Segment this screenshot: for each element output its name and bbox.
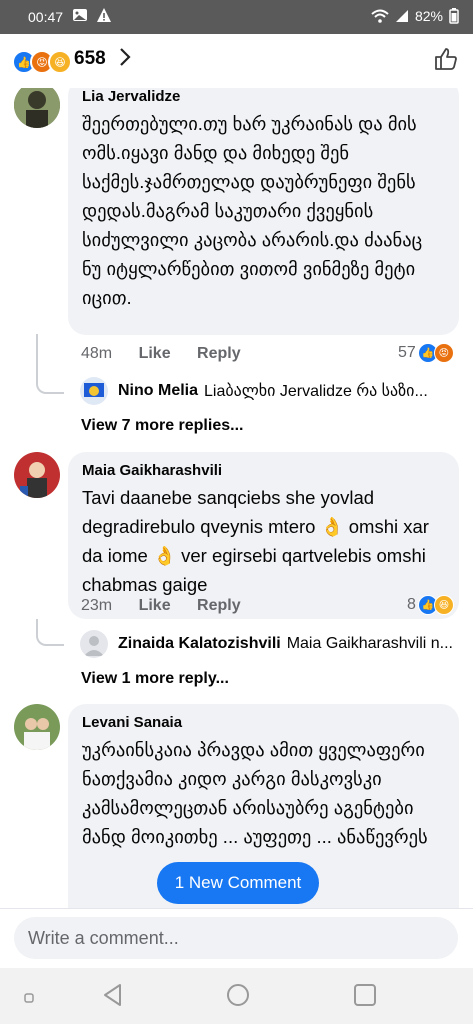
reply-author: Zinaida Kalatozishvili bbox=[118, 635, 281, 652]
system-navigation-bar bbox=[0, 968, 473, 1024]
status-icons-left bbox=[72, 7, 112, 23]
like-post-button[interactable] bbox=[433, 46, 459, 77]
thread-line bbox=[36, 619, 64, 646]
thread-line bbox=[36, 334, 64, 394]
reactions-header[interactable]: 👍 😡 😆 658 bbox=[0, 34, 473, 88]
warning-icon bbox=[97, 8, 111, 22]
image-icon bbox=[73, 9, 87, 21]
battery-percent: 82% bbox=[414, 8, 443, 24]
comment-actions: 48m Like Reply bbox=[81, 345, 263, 363]
status-time: 00:47 bbox=[28, 9, 64, 25]
status-bar: 00:47 82% bbox=[0, 0, 473, 34]
comment-input[interactable]: Write a comment... bbox=[14, 917, 458, 959]
like-button[interactable]: Like bbox=[139, 597, 171, 614]
reply-preview[interactable]: Zinaida Kalatozishvili Maia Gaikharashvi… bbox=[80, 630, 460, 658]
view-more-replies-button[interactable]: View 1 more reply... bbox=[81, 670, 229, 688]
back-icon[interactable] bbox=[100, 982, 126, 1013]
avatar bbox=[80, 377, 108, 405]
like-button[interactable]: Like bbox=[139, 345, 171, 362]
comment-author[interactable]: Levani Sanaia bbox=[82, 714, 445, 731]
comment-text: შეერთებული.თუ ხარ უკრაინას და მის ომს.იყ… bbox=[82, 113, 423, 308]
reaction-icons: 👍 😡 😆 bbox=[12, 50, 72, 74]
chevron-right-icon[interactable] bbox=[118, 46, 132, 74]
comment-bubble[interactable]: Maia Gaikharashvili Tavi daanebe sanqcie… bbox=[68, 452, 459, 619]
haha-reaction-icon: 😆 bbox=[433, 595, 454, 615]
angry-reaction-icon: 😡 bbox=[433, 343, 454, 363]
comment-author[interactable]: Lia Jervalidze bbox=[82, 88, 445, 105]
reaction-count: 658 bbox=[74, 48, 106, 69]
reply-text: Liaბალხი Jervalidze რა საზი... bbox=[204, 383, 428, 400]
avatar bbox=[80, 630, 108, 658]
reply-preview[interactable]: Nino Melia Liaბალხი Jervalidze რა საზი..… bbox=[80, 377, 450, 405]
comments-sheet: 👍 😡 😆 658 Lia Jervalidze შეერთებული.თუ ხ… bbox=[0, 34, 473, 968]
comment-text: უკრაინსკაია პრავდა ამით ყველაფერი ნათქვა… bbox=[82, 739, 428, 847]
avatar[interactable] bbox=[14, 452, 60, 498]
battery-icon bbox=[449, 8, 459, 24]
comment-reactions[interactable]: 57 👍 😡 bbox=[398, 343, 454, 363]
status-icons-right: 82% bbox=[371, 8, 459, 24]
thumbs-up-icon bbox=[435, 48, 457, 70]
reply-author: Nino Melia bbox=[118, 382, 199, 399]
new-comment-button[interactable]: 1 New Comment bbox=[157, 862, 319, 904]
comment-time: 23m bbox=[81, 597, 113, 614]
avatar[interactable] bbox=[14, 82, 60, 128]
comment-text: Tavi daanebe sanqciebs she yovlad degrad… bbox=[82, 487, 429, 595]
write-comment-bar: Write a comment... bbox=[0, 908, 473, 968]
wifi-icon bbox=[371, 9, 389, 23]
recents-icon[interactable] bbox=[24, 990, 34, 1008]
reply-button[interactable]: Reply bbox=[197, 597, 241, 614]
view-more-replies-button[interactable]: View 7 more replies... bbox=[81, 417, 243, 435]
comment-bubble[interactable]: Lia Jervalidze შეერთებული.თუ ხარ უკრაინა… bbox=[68, 78, 459, 335]
home-icon[interactable] bbox=[225, 982, 251, 1013]
comment-input-placeholder: Write a comment... bbox=[28, 928, 179, 948]
reply-text: Maia Gaikharashvili n... bbox=[286, 635, 453, 652]
comment-reactions[interactable]: 8 👍 😆 bbox=[407, 595, 454, 615]
comment-author[interactable]: Maia Gaikharashvili bbox=[82, 462, 445, 479]
comment-time: 48m bbox=[81, 345, 113, 362]
comment-actions: 23m Like Reply bbox=[81, 597, 263, 615]
reaction-count: 8 bbox=[407, 596, 416, 613]
reply-button[interactable]: Reply bbox=[197, 345, 241, 362]
overview-icon[interactable] bbox=[352, 982, 378, 1013]
reaction-count: 57 bbox=[398, 344, 416, 361]
avatar[interactable] bbox=[14, 704, 60, 750]
haha-reaction-icon: 😆 bbox=[48, 50, 72, 74]
signal-icon bbox=[395, 10, 408, 22]
